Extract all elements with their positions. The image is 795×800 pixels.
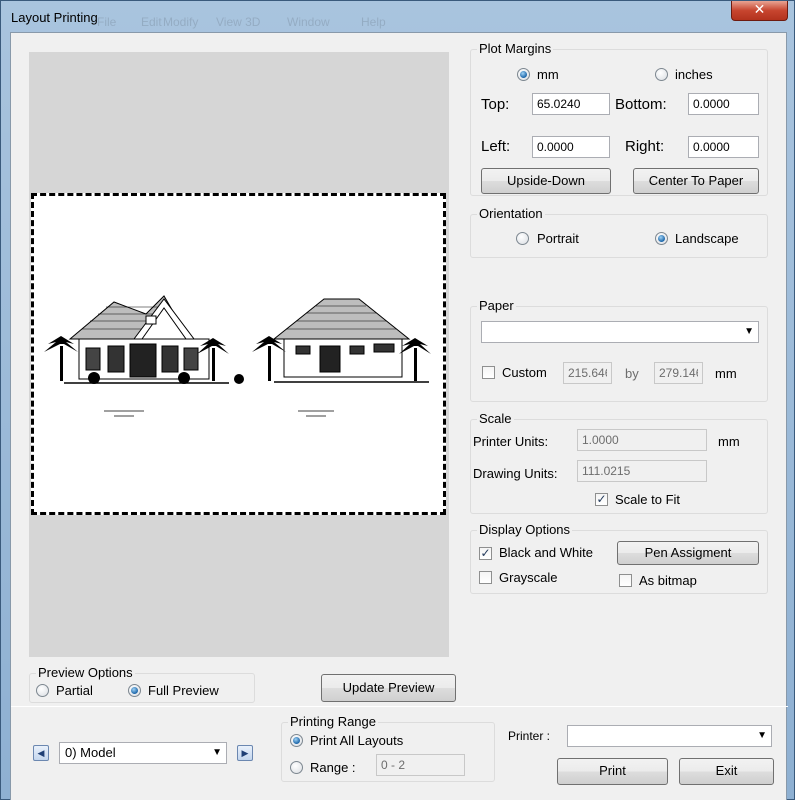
drawing-units-field[interactable] — [577, 460, 707, 482]
printer-units-field[interactable] — [577, 429, 707, 451]
landscape-label: Landscape — [675, 231, 739, 246]
arrow-left-icon: ◀ — [37, 748, 45, 758]
bottom-margin-field[interactable] — [688, 93, 759, 115]
paper-size-dropdown[interactable]: ▼ — [481, 321, 759, 343]
scale-group: Scale Printer Units: mm Drawing Units: ✓… — [470, 411, 768, 514]
inches-label: inches — [675, 67, 713, 82]
printing-range-title: Printing Range — [288, 714, 378, 730]
inches-radio[interactable] — [655, 68, 668, 81]
print-preview-area — [29, 52, 449, 657]
palm-tree-left-1 — [44, 336, 78, 381]
custom-width-field[interactable] — [563, 362, 612, 384]
portrait-label: Portrait — [537, 231, 579, 246]
preview-paper-sheet — [31, 193, 446, 515]
arrow-right-icon: ▶ — [241, 748, 249, 758]
black-and-white-label: Black and White — [499, 545, 593, 560]
custom-label: Custom — [502, 365, 547, 380]
ghost-menu-window: Window — [287, 15, 330, 29]
plot-margins-title: Plot Margins — [477, 41, 554, 57]
printing-range-group: Printing Range Print All Layouts Range : — [281, 714, 495, 782]
display-options-title: Display Options — [477, 522, 573, 538]
range-radio[interactable] — [290, 761, 303, 774]
landscape-radio[interactable] — [655, 232, 668, 245]
layout-printing-window: Layout Printing File Edit Modify View 3D… — [0, 0, 795, 800]
previous-layout-button[interactable]: ◀ — [33, 745, 49, 761]
right-margin-field[interactable] — [688, 136, 759, 158]
portrait-radio[interactable] — [516, 232, 529, 245]
side-elevation-drawing — [272, 298, 429, 383]
left-label: Left: — [481, 138, 511, 155]
black-and-white-checkbox[interactable]: ✓ — [479, 547, 492, 560]
paper-unit-label: mm — [715, 366, 737, 381]
upside-down-button[interactable]: Upside-Down — [481, 168, 611, 194]
orientation-group: Orientation Portrait Landscape — [470, 206, 768, 258]
plot-margins-group: Plot Margins mm inches Top: Bottom: Left… — [470, 41, 768, 196]
palm-tree-right-1 — [252, 336, 286, 381]
range-field[interactable] — [376, 754, 465, 776]
bottom-label: Bottom: — [615, 96, 667, 113]
full-preview-radio[interactable] — [128, 684, 141, 697]
paper-group: Paper ▼ Custom by mm — [470, 298, 768, 402]
next-layout-button[interactable]: ▶ — [237, 745, 253, 761]
left-margin-field[interactable] — [532, 136, 610, 158]
update-preview-button[interactable]: Update Preview — [321, 674, 456, 702]
grayscale-label: Grayscale — [499, 570, 558, 585]
print-all-layouts-radio[interactable] — [290, 734, 303, 747]
pen-assignment-button[interactable]: Pen Assigment — [617, 541, 759, 565]
printer-dropdown[interactable]: ▼ — [567, 725, 772, 747]
drawing-units-label: Drawing Units: — [473, 466, 558, 481]
grayscale-checkbox[interactable] — [479, 571, 492, 584]
ghost-menu-view3d: View 3D — [216, 15, 261, 29]
dialog-client-area: Plot Margins mm inches Top: Bottom: Left… — [10, 32, 788, 800]
layout-dropdown[interactable]: 0) Model ▼ — [59, 742, 227, 764]
palm-tree-right-2 — [399, 338, 431, 381]
center-to-paper-button[interactable]: Center To Paper — [633, 168, 759, 194]
as-bitmap-label: As bitmap — [639, 573, 697, 588]
scale-to-fit-checkbox[interactable]: ✓ — [595, 493, 608, 506]
chevron-down-icon: ▼ — [757, 730, 767, 741]
mm-label: mm — [537, 67, 559, 82]
ghost-menu-modify: Modify — [163, 15, 199, 29]
bottom-separator — [11, 706, 788, 707]
print-all-layouts-label: Print All Layouts — [310, 733, 404, 748]
checkmark-icon: ✓ — [480, 546, 491, 560]
full-preview-label: Full Preview — [148, 683, 219, 698]
ghost-menu-edit: Edit — [141, 15, 162, 29]
partial-radio[interactable] — [36, 684, 49, 697]
chevron-down-icon: ▼ — [212, 747, 222, 758]
exit-button[interactable]: Exit — [679, 758, 774, 785]
custom-height-field[interactable] — [654, 362, 703, 384]
custom-checkbox[interactable] — [482, 366, 495, 379]
ghost-menu-help: Help — [361, 15, 386, 29]
right-label: Right: — [625, 138, 665, 155]
mm-radio[interactable] — [517, 68, 530, 81]
by-label: by — [625, 366, 639, 381]
paper-title: Paper — [477, 298, 516, 314]
window-title: Layout Printing — [11, 10, 98, 25]
checkmark-icon: ✓ — [596, 492, 607, 506]
top-margin-field[interactable] — [532, 93, 610, 115]
close-icon: ✕ — [753, 2, 766, 18]
preview-options-title: Preview Options — [36, 665, 135, 681]
title-bar[interactable]: Layout Printing File Edit Modify View 3D… — [1, 1, 795, 33]
range-label: Range : — [310, 760, 356, 775]
layout-dropdown-value: 0) Model — [65, 745, 116, 760]
chevron-down-icon: ▼ — [744, 326, 754, 337]
orientation-title: Orientation — [477, 206, 545, 222]
printer-units-unit: mm — [718, 434, 740, 449]
scale-title: Scale — [477, 411, 514, 427]
front-elevation-drawing — [64, 295, 229, 384]
as-bitmap-checkbox[interactable] — [619, 574, 632, 587]
printer-label: Printer : — [508, 729, 551, 743]
printer-units-label: Printer Units: — [473, 434, 549, 449]
preview-options-group: Preview Options Partial Full Preview — [29, 665, 255, 703]
partial-label: Partial — [56, 683, 93, 698]
house-elevations-drawing — [44, 295, 431, 417]
display-options-group: Display Options ✓ Black and White Pen As… — [470, 522, 768, 594]
scale-to-fit-label: Scale to Fit — [615, 492, 681, 507]
ghost-menu-file: File — [97, 15, 117, 29]
close-button[interactable]: ✕ — [731, 1, 788, 21]
top-label: Top: — [481, 96, 510, 113]
print-button[interactable]: Print — [557, 758, 668, 785]
